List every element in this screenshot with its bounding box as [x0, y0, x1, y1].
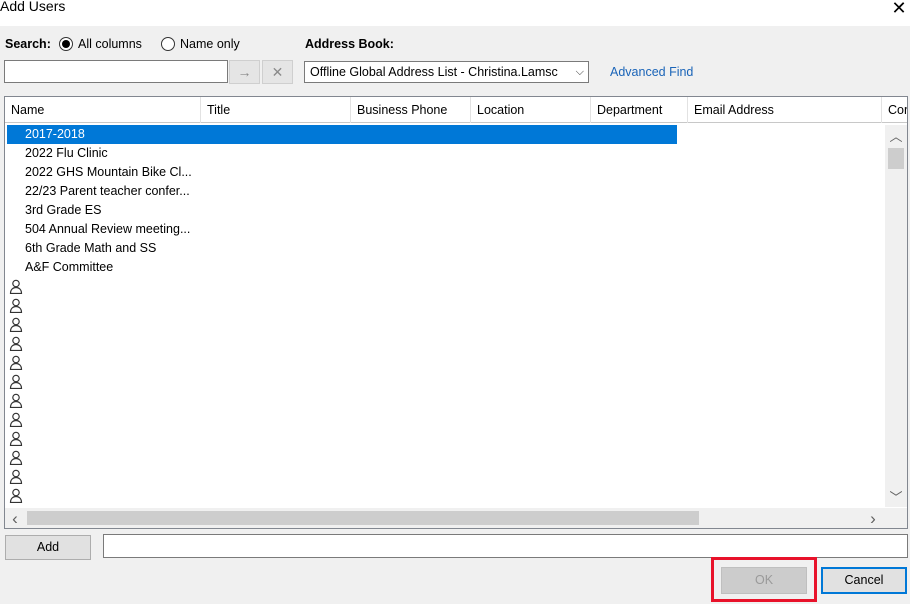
list-item[interactable]	[5, 372, 885, 391]
column-header-name[interactable]: Name	[5, 97, 201, 123]
scroll-down-icon[interactable]: ﹀	[885, 487, 907, 506]
list-item-name: 2022 GHS Mountain Bike Cl...	[25, 165, 192, 179]
person-icon	[9, 374, 23, 389]
list-item[interactable]	[5, 448, 885, 467]
list-item-name: 2022 Flu Clinic	[25, 146, 108, 160]
person-icon	[9, 469, 23, 484]
vertical-scroll-thumb[interactable]	[888, 148, 904, 169]
radio-all-columns-label[interactable]: All columns	[78, 37, 142, 51]
chevron-down-icon: ⌵	[575, 66, 584, 78]
column-header-email-address[interactable]: Email Address	[688, 97, 882, 123]
go-arrow-button[interactable]: →	[229, 60, 260, 84]
list-item[interactable]: 22/23 Parent teacher confer...	[5, 182, 885, 201]
column-header-business-phone[interactable]: Business Phone	[351, 97, 471, 123]
clear-icon: ✕	[271, 64, 284, 80]
list-item-name: 2017-2018	[25, 127, 85, 141]
advanced-find-link[interactable]: Advanced Find	[610, 65, 693, 79]
list-item[interactable]: A&F Committee	[5, 258, 885, 277]
list-item-name: 504 Annual Review meeting...	[25, 222, 191, 236]
person-icon	[9, 317, 23, 332]
person-icon	[9, 355, 23, 370]
person-icon	[9, 279, 23, 294]
search-input[interactable]	[4, 60, 228, 83]
list-item[interactable]	[5, 391, 885, 410]
title-bar	[0, 0, 910, 26]
vertical-scrollbar[interactable]: ︿ ﹀	[885, 125, 907, 507]
column-header-location[interactable]: Location	[471, 97, 591, 123]
person-icon	[9, 298, 23, 313]
selection-highlight	[7, 125, 677, 144]
list-item[interactable]	[5, 334, 885, 353]
radio-name-only-label[interactable]: Name only	[180, 37, 240, 51]
add-button[interactable]: Add	[5, 535, 91, 560]
list-item-name: 3rd Grade ES	[25, 203, 102, 217]
list-item[interactable]	[5, 486, 885, 505]
scroll-left-icon[interactable]: ‹	[7, 509, 23, 528]
person-icon	[9, 336, 23, 351]
list-item[interactable]	[5, 467, 885, 486]
scroll-up-icon[interactable]: ︿	[885, 126, 907, 145]
list-item-name: 22/23 Parent teacher confer...	[25, 184, 190, 198]
added-users-field[interactable]	[103, 534, 908, 558]
search-label: Search:	[5, 37, 51, 51]
list-item[interactable]	[5, 277, 885, 296]
list-item[interactable]	[5, 296, 885, 315]
address-book-select[interactable]: Offline Global Address List - Christina.…	[304, 61, 589, 83]
horizontal-scrollbar[interactable]: ‹ ›	[5, 508, 885, 528]
list-item[interactable]	[5, 410, 885, 429]
list-item[interactable]: 6th Grade Math and SS	[5, 239, 885, 258]
clear-search-button[interactable]: ✕	[262, 60, 293, 84]
person-icon	[9, 488, 23, 503]
horizontal-scroll-thumb[interactable]	[27, 511, 699, 525]
column-header-department[interactable]: Department	[591, 97, 688, 123]
person-icon	[9, 393, 23, 408]
address-book-label: Address Book:	[305, 37, 394, 51]
column-header-company[interactable]: Cor	[882, 97, 907, 123]
scrollbar-corner	[885, 508, 907, 528]
ok-button[interactable]: OK	[721, 567, 807, 594]
column-header-title[interactable]: Title	[201, 97, 351, 123]
window-title: Add Users	[0, 0, 66, 14]
close-icon[interactable]: ✕	[888, 0, 910, 19]
arrow-right-icon: →	[237, 64, 252, 80]
column-header-row: Name Title Business Phone Location Depar…	[5, 97, 907, 123]
list-item-name: 6th Grade Math and SS	[25, 241, 157, 255]
scroll-right-icon[interactable]: ›	[865, 509, 881, 528]
radio-name-only[interactable]	[161, 37, 175, 51]
person-icon	[9, 450, 23, 465]
radio-all-columns[interactable]	[59, 37, 73, 51]
list-item[interactable]: 3rd Grade ES	[5, 201, 885, 220]
list-item-name: A&F Committee	[25, 260, 114, 274]
list-item[interactable]	[5, 353, 885, 372]
list-item[interactable]	[5, 315, 885, 334]
person-icon	[9, 431, 23, 446]
users-list: 2017-2018 2022 Flu Clinic 2022 GHS Mountai…	[5, 125, 885, 507]
list-item[interactable]: 2017-2018	[5, 125, 885, 144]
list-item[interactable]: 504 Annual Review meeting...	[5, 220, 885, 239]
address-book-value: Offline Global Address List - Christina.…	[310, 65, 558, 79]
cancel-button[interactable]: Cancel	[821, 567, 907, 594]
list-item[interactable]: 2022 Flu Clinic	[5, 144, 885, 163]
users-list-grid: Name Title Business Phone Location Depar…	[4, 96, 908, 529]
person-icon	[9, 412, 23, 427]
list-item[interactable]: 2022 GHS Mountain Bike Cl...	[5, 163, 885, 182]
list-item[interactable]	[5, 429, 885, 448]
